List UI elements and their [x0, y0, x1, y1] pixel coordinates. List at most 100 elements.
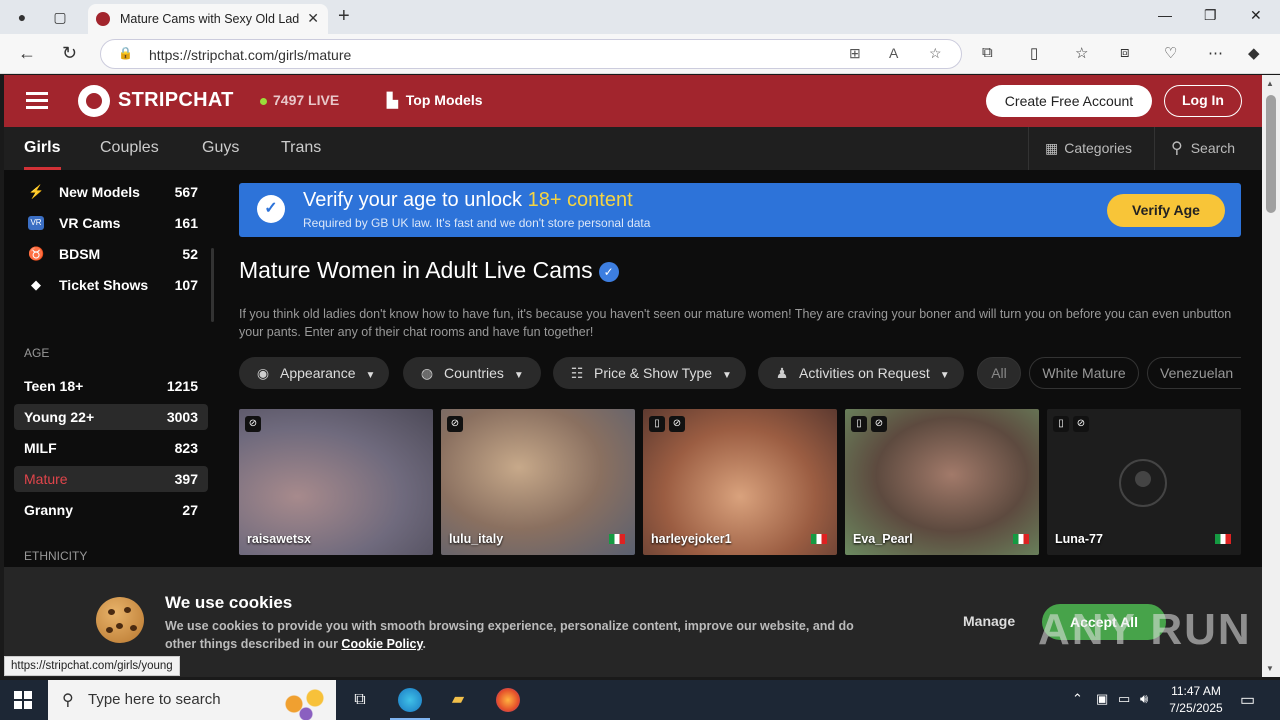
- no-camera-icon: ⊘: [447, 416, 463, 432]
- cookie-title: We use cookies: [165, 593, 293, 612]
- restore-icon[interactable]: ❐: [1204, 7, 1217, 24]
- sidebar-item-milf[interactable]: MILF 823: [14, 435, 208, 461]
- collections-icon[interactable]: ⧈: [1120, 44, 1130, 61]
- sidebar-item-new-models[interactable]: ⚡ New Models 567: [14, 179, 208, 205]
- live-counter: 7497 LIVE: [260, 92, 339, 108]
- model-name: harleyejoker1: [651, 532, 732, 546]
- search-button[interactable]: ⚲ Search: [1154, 127, 1262, 170]
- manage-cookies-button[interactable]: Manage: [963, 613, 1015, 629]
- sidebar-item-bdsm[interactable]: ♉ BDSM 52: [14, 241, 208, 267]
- sidebar-item-label: New Models: [59, 184, 140, 200]
- sidebar-item-count: 27: [182, 502, 198, 518]
- sidebar-item-label: Teen 18+: [24, 378, 84, 394]
- sidebar-item-label: Ticket Shows: [59, 277, 149, 293]
- categories-button[interactable]: ▦ Categories: [1028, 127, 1154, 170]
- url-bar[interactable]: 🔒 https://stripchat.com/girls/mature ⊞ A…: [100, 39, 962, 69]
- search-icon: ⚲: [62, 692, 74, 709]
- scroll-up-icon[interactable]: ▲: [1266, 79, 1274, 88]
- favorites-icon[interactable]: ☆: [1075, 44, 1088, 62]
- appearance-filter[interactable]: ◉ Appearance ▼: [239, 357, 389, 389]
- network-icon[interactable]: ▭: [1118, 691, 1130, 707]
- sidebar-scrollbar[interactable]: [211, 248, 214, 322]
- sidebar-item-vr-cams[interactable]: VR VR Cams 161: [14, 210, 208, 236]
- sidebar-item-granny[interactable]: Granny 27: [14, 497, 208, 523]
- meet-now-icon[interactable]: ▣: [1096, 691, 1108, 707]
- sidebar-item-count: 823: [174, 440, 198, 456]
- favorite-star-icon[interactable]: ☆: [929, 45, 942, 62]
- close-window-icon[interactable]: ✕: [1250, 7, 1262, 24]
- tab-actions-icon[interactable]: ▢: [48, 6, 72, 28]
- create-account-button[interactable]: Create Free Account: [986, 85, 1152, 117]
- model-name: Luna-77: [1055, 532, 1103, 546]
- scroll-thumb[interactable]: [1266, 95, 1276, 213]
- taskbar-search[interactable]: ⚲ Type here to search: [48, 680, 336, 720]
- firefox-icon[interactable]: [496, 688, 520, 712]
- task-view-icon[interactable]: ⧉: [348, 688, 372, 712]
- split-screen-icon[interactable]: ▯: [1030, 44, 1038, 62]
- new-tab-icon[interactable]: +: [338, 5, 350, 28]
- italy-flag-icon: [1013, 534, 1029, 544]
- chip-venezuelan[interactable]: Venezuelan: [1147, 357, 1241, 389]
- performance-icon[interactable]: ♡: [1164, 44, 1177, 62]
- cookie-policy-link[interactable]: Cookie Policy: [341, 637, 422, 651]
- sidebar-item-label: Mature: [24, 471, 68, 487]
- sidebar-item-ticket-shows[interactable]: ◆ Ticket Shows 107: [14, 272, 208, 298]
- filter-bar: ◉ Appearance ▼ ◍ Countries ▼ ☷ Price & Show T…: [239, 357, 1241, 389]
- tab-trans[interactable]: Trans: [281, 139, 321, 157]
- notifications-icon[interactable]: ▭: [1240, 690, 1255, 710]
- lock-icon[interactable]: 🔒: [118, 46, 133, 60]
- model-card[interactable]: ⊘ raisawetsx: [239, 409, 433, 555]
- back-icon[interactable]: ←: [18, 43, 36, 64]
- read-aloud-icon[interactable]: A: [889, 45, 898, 61]
- minimize-icon[interactable]: —: [1158, 7, 1172, 23]
- copilot-icon[interactable]: ◆: [1248, 44, 1260, 62]
- categories-label: Categories: [1064, 140, 1132, 156]
- countries-filter[interactable]: ◍ Countries ▼: [403, 357, 541, 389]
- windows-start-icon[interactable]: [14, 691, 32, 709]
- extensions-icon[interactable]: ⧉: [982, 44, 993, 61]
- sidebar-item-young[interactable]: Young 22+ 3003: [14, 404, 208, 430]
- logo-text: STRIPCHAT: [118, 89, 234, 111]
- volume-icon[interactable]: 🔊︎: [1140, 691, 1148, 707]
- edge-icon[interactable]: [390, 688, 430, 720]
- sidebar-item-label: Young 22+: [24, 409, 95, 425]
- chip-white-mature[interactable]: White Mature: [1029, 357, 1139, 389]
- filter-label: Countries: [444, 365, 504, 381]
- verify-age-button[interactable]: Verify Age: [1107, 194, 1225, 227]
- login-button[interactable]: Log In: [1164, 85, 1242, 117]
- close-tab-icon[interactable]: ✕: [307, 10, 319, 27]
- verified-check-icon: ✓: [598, 261, 619, 282]
- sidebar-item-teen[interactable]: Teen 18+ 1215: [14, 373, 208, 399]
- top-models-link[interactable]: ▙ Top Models: [387, 92, 483, 109]
- model-card[interactable]: ▯ ⊘ harleyejoker1: [643, 409, 837, 555]
- url-text: https://stripchat.com/girls/mature: [149, 47, 352, 63]
- taskbar-clock[interactable]: 11:47 AM 7/25/2025: [1160, 683, 1232, 717]
- profile-icon[interactable]: ●: [10, 6, 34, 28]
- mobile-icon: ▯: [649, 416, 665, 432]
- file-explorer-icon[interactable]: ▰: [446, 688, 470, 712]
- model-card[interactable]: ▯ ⊘ Luna-77: [1047, 409, 1241, 555]
- refresh-icon[interactable]: ↻: [62, 43, 77, 64]
- scroll-down-icon[interactable]: ▼: [1266, 664, 1274, 673]
- tab-couples[interactable]: Couples: [100, 139, 159, 157]
- browser-tab[interactable]: Mature Cams with Sexy Old Ladies ✕: [88, 4, 328, 34]
- model-card[interactable]: ⊘ lulu_italy: [441, 409, 635, 555]
- more-menu-icon[interactable]: ⋯: [1208, 44, 1223, 62]
- page-scrollbar[interactable]: ▲ ▼: [1262, 75, 1280, 677]
- tab-girls[interactable]: Girls: [24, 139, 60, 157]
- live-count: 7497: [273, 92, 305, 108]
- chip-all[interactable]: All: [977, 357, 1021, 389]
- activities-icon: ♟: [775, 365, 789, 381]
- search-icon: ⚲: [1171, 140, 1183, 157]
- model-card[interactable]: ▯ ⊘ Eva_Pearl: [845, 409, 1039, 555]
- activities-filter[interactable]: ♟ Activities on Request ▼: [758, 357, 964, 389]
- app-install-icon[interactable]: ⊞: [849, 45, 861, 62]
- tab-guys[interactable]: Guys: [202, 139, 239, 157]
- price-show-type-filter[interactable]: ☷ Price & Show Type ▼: [553, 357, 746, 389]
- verify-title: Verify your age to unlock 18+ content: [303, 189, 633, 212]
- sidebar-item-mature[interactable]: Mature 397: [14, 466, 208, 492]
- hamburger-menu-icon[interactable]: [26, 92, 48, 109]
- user-placeholder-icon: [1119, 459, 1167, 507]
- sidebar-item-label: VR Cams: [59, 215, 121, 231]
- tray-chevron-icon[interactable]: ⌃: [1072, 691, 1083, 707]
